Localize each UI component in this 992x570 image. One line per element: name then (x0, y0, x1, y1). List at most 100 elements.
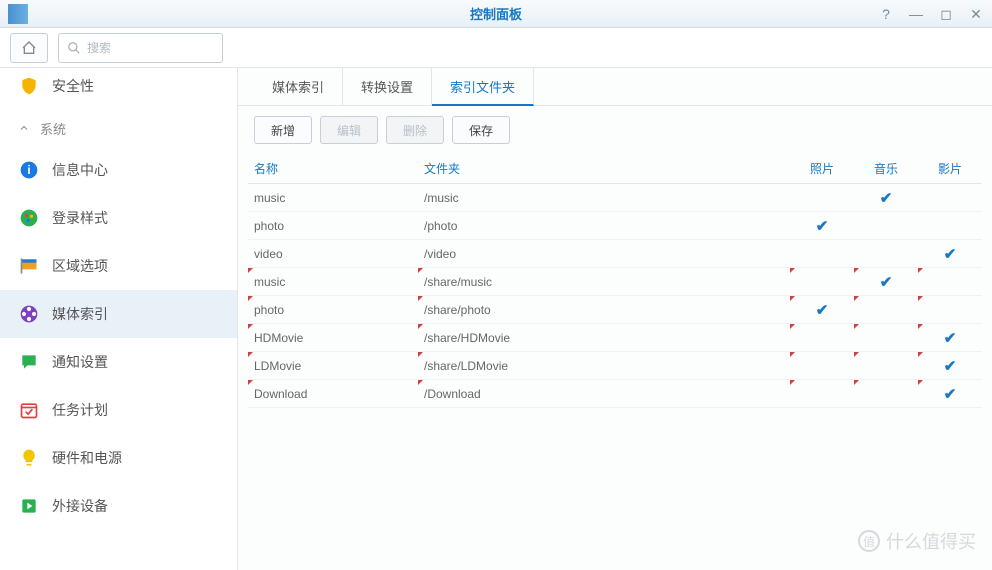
sidebar-item[interactable]: 外接设备 (0, 482, 237, 530)
cell-photo (790, 324, 854, 351)
cell-video (918, 296, 982, 323)
th-name[interactable]: 名称 (248, 160, 418, 177)
table-row[interactable]: HDMovie /share/HDMovie ✔ (248, 324, 982, 352)
home-icon (21, 40, 37, 56)
cell-photo (790, 240, 854, 267)
cell-music (854, 352, 918, 379)
info-icon: i (18, 159, 40, 181)
calendar-icon (18, 399, 40, 421)
table-row[interactable]: photo /photo ✔ (248, 212, 982, 240)
cell-music: ✔ (854, 184, 918, 211)
delete-button[interactable]: 删除 (386, 116, 444, 144)
sidebar-item-label: 安全性 (52, 76, 94, 96)
cell-folder: /share/HDMovie (418, 324, 790, 351)
sidebar-item-label: 硬件和电源 (52, 448, 122, 468)
cell-music (854, 212, 918, 239)
check-icon: ✔ (944, 385, 957, 403)
sidebar-item[interactable]: 登录样式 (0, 194, 237, 242)
cell-name: music (248, 268, 418, 295)
home-button[interactable] (10, 33, 48, 63)
table-row[interactable]: music /music ✔ (248, 184, 982, 212)
cell-video: ✔ (918, 352, 982, 379)
external-icon (18, 495, 40, 517)
search-icon (67, 41, 81, 55)
sidebar-item[interactable]: 通知设置 (0, 338, 237, 386)
cell-video (918, 184, 982, 211)
sidebar-item[interactable]: 任务计划 (0, 386, 237, 434)
cell-music (854, 296, 918, 323)
table-row[interactable]: video /video ✔ (248, 240, 982, 268)
cell-name: Download (248, 380, 418, 407)
table-row[interactable]: Download /Download ✔ (248, 380, 982, 408)
cell-folder: /share/photo (418, 296, 790, 323)
sidebar-item[interactable]: 硬件和电源 (0, 434, 237, 482)
minimize-button[interactable]: — (908, 6, 924, 22)
titlebar: 控制面板 ? — ◻ ✕ (0, 0, 992, 28)
sidebar-group-label: 系统 (40, 119, 66, 138)
cell-folder: /video (418, 240, 790, 267)
cell-folder: /photo (418, 212, 790, 239)
tab[interactable]: 转换设置 (343, 68, 432, 105)
cell-name: photo (248, 296, 418, 323)
tab[interactable]: 媒体索引 (254, 68, 343, 105)
cell-name: video (248, 240, 418, 267)
check-icon: ✔ (816, 301, 829, 319)
table-row[interactable]: LDMovie /share/LDMovie ✔ (248, 352, 982, 380)
cell-music (854, 240, 918, 267)
sidebar: 安全性 系统 i 信息中心登录样式区域选项媒体索引通知设置任务计划硬件和电源外接设… (0, 68, 238, 570)
save-button[interactable]: 保存 (452, 116, 510, 144)
search-input[interactable] (87, 41, 214, 55)
th-photo[interactable]: 照片 (790, 160, 854, 177)
cell-name: LDMovie (248, 352, 418, 379)
table-row[interactable]: photo /share/photo ✔ (248, 296, 982, 324)
sidebar-item[interactable]: 媒体索引 (0, 290, 237, 338)
bulb-icon (18, 447, 40, 469)
flag-icon (18, 255, 40, 277)
help-button[interactable]: ? (878, 6, 894, 22)
th-video[interactable]: 影片 (918, 160, 982, 177)
table-header: 名称 文件夹 照片 音乐 影片 (248, 154, 982, 184)
check-icon: ✔ (944, 245, 957, 263)
cell-video (918, 268, 982, 295)
window-controls: ? — ◻ ✕ (878, 6, 984, 22)
sidebar-item-label: 外接设备 (52, 496, 108, 516)
cell-folder: /share/LDMovie (418, 352, 790, 379)
sidebar-item[interactable]: 区域选项 (0, 242, 237, 290)
shield-icon (18, 75, 40, 97)
cell-name: music (248, 184, 418, 211)
sidebar-group-system[interactable]: 系统 (0, 110, 237, 146)
sidebar-item-label: 信息中心 (52, 160, 108, 180)
window-title: 控制面板 (470, 4, 522, 23)
create-button[interactable]: 新增 (254, 116, 312, 144)
edit-button[interactable]: 编辑 (320, 116, 378, 144)
cell-folder: /music (418, 184, 790, 211)
cell-music (854, 380, 918, 407)
tab[interactable]: 索引文件夹 (432, 68, 534, 106)
cell-video: ✔ (918, 380, 982, 407)
cell-photo (790, 268, 854, 295)
cell-video (918, 212, 982, 239)
cell-folder: /Download (418, 380, 790, 407)
palette-icon (18, 207, 40, 229)
cell-music: ✔ (854, 268, 918, 295)
cell-name: HDMovie (248, 324, 418, 351)
table-row[interactable]: music /share/music ✔ (248, 268, 982, 296)
cell-folder: /share/music (418, 268, 790, 295)
cell-video: ✔ (918, 240, 982, 267)
cell-name: photo (248, 212, 418, 239)
search-box[interactable] (58, 33, 223, 63)
check-icon: ✔ (944, 329, 957, 347)
sidebar-item[interactable]: i 信息中心 (0, 146, 237, 194)
folder-table: 名称 文件夹 照片 音乐 影片 music /music ✔ photo /ph… (238, 154, 992, 570)
close-button[interactable]: ✕ (968, 6, 984, 22)
cell-photo (790, 184, 854, 211)
cell-photo (790, 380, 854, 407)
cell-photo: ✔ (790, 212, 854, 239)
check-icon: ✔ (944, 357, 957, 375)
th-music[interactable]: 音乐 (854, 160, 918, 177)
maximize-button[interactable]: ◻ (938, 6, 954, 22)
sidebar-item-security[interactable]: 安全性 (0, 68, 237, 110)
toolbar: 新增 编辑 删除 保存 (238, 106, 992, 154)
th-folder[interactable]: 文件夹 (418, 160, 790, 177)
cell-photo: ✔ (790, 296, 854, 323)
